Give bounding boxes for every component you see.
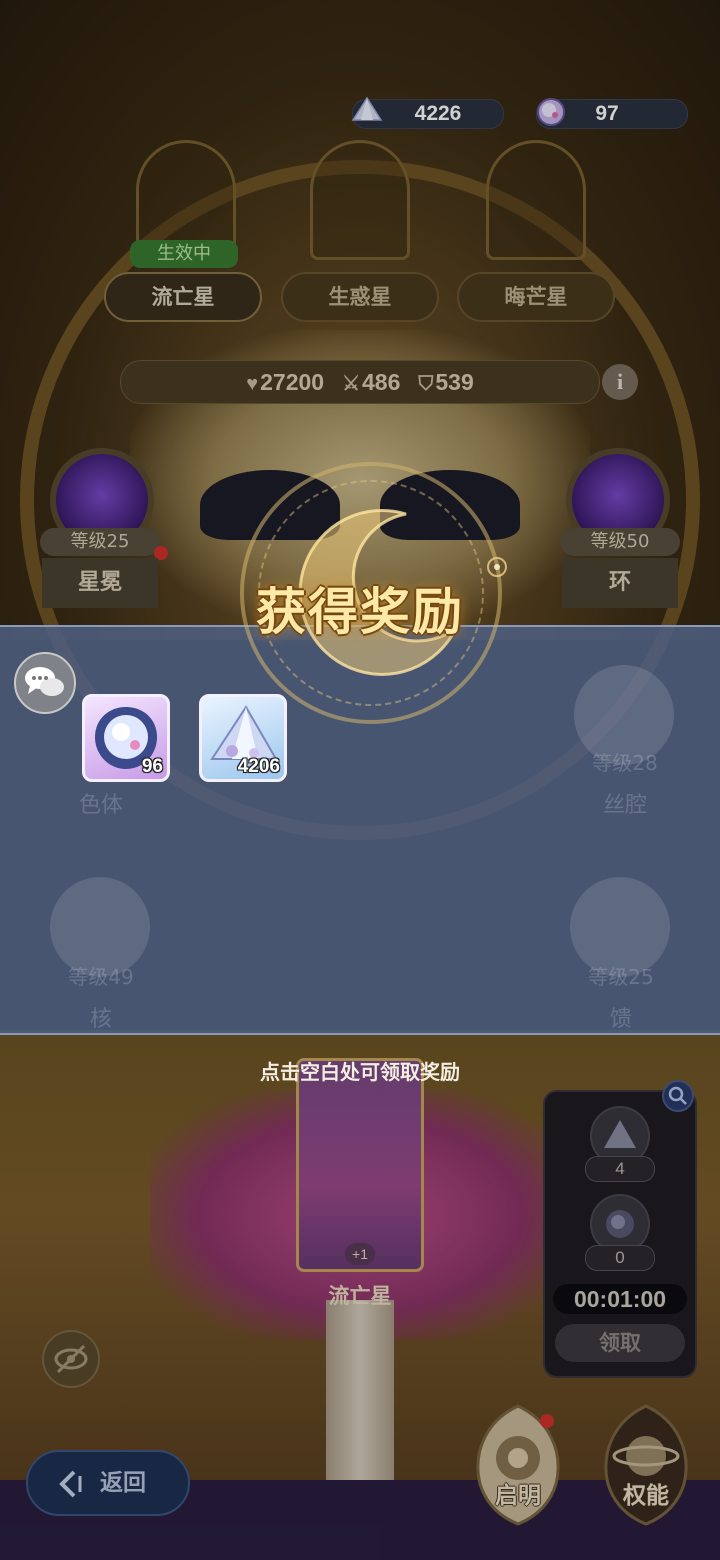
faded-node-name: 色体 <box>78 793 123 818</box>
reward-quantity: 4206 <box>237 756 280 777</box>
crystal-currency[interactable]: 4226 <box>351 96 504 129</box>
chat-button[interactable] <box>14 652 76 714</box>
authority-label: 权能 <box>623 1483 669 1509</box>
star-emblem-dim <box>486 140 586 260</box>
crossed-swords-icon: ⚔ <box>342 372 361 395</box>
hide-ui-button[interactable] <box>42 1330 100 1388</box>
claim-button[interactable]: 领取 <box>555 1324 685 1362</box>
game-screen: 4226 97 生效中 流亡星 生惑星 晦芒星 ♥27200 ⚔486 ⛉539… <box>0 0 720 1560</box>
back-button[interactable]: 返回 <box>26 1450 190 1516</box>
info-button[interactable]: i <box>602 364 638 400</box>
faded-node-name: 核 <box>89 1007 112 1032</box>
back-arrow-icon <box>59 1470 82 1498</box>
faded-node-name: 馈 <box>609 1007 632 1032</box>
enlighten-label: 启明 <box>495 1483 541 1509</box>
tab-exile-star[interactable]: 流亡星 <box>104 272 262 322</box>
shield-icon: ⛉ <box>418 372 434 395</box>
tap-to-claim-hint[interactable]: 点击空白处可领取奖励 <box>0 1056 720 1085</box>
chat-bubbles-icon <box>25 667 64 696</box>
eye-off-icon <box>54 1344 88 1374</box>
stone-pillar <box>326 1300 394 1480</box>
card-level-badge: +1 <box>345 1243 375 1265</box>
faded-node-name: 丝腔 <box>602 793 647 818</box>
orb-slot-count: 0 <box>585 1245 655 1271</box>
reward-title: 获得奖励 <box>256 583 464 641</box>
faded-node-level: 等级28 <box>592 751 658 775</box>
heart-icon: ♥ <box>246 372 259 395</box>
reward-item-crystal[interactable]: 4206 <box>199 694 287 782</box>
faded-node-level: 等级49 <box>68 965 134 989</box>
magnifier-icon <box>668 1086 687 1105</box>
orb-icon <box>606 1210 634 1238</box>
star-card[interactable]: +1 <box>296 1058 424 1272</box>
node-level-corona: 等级25 <box>40 528 160 556</box>
active-status-badge: 生效中 <box>130 240 238 268</box>
tab-confusion-star[interactable]: 生惑星 <box>281 272 439 322</box>
stats-bar: ♥27200 ⚔486 ⛉539 <box>120 360 600 404</box>
tab-dim-star[interactable]: 晦芒星 <box>457 272 615 322</box>
idle-timer: 00:01:00 <box>553 1284 687 1314</box>
reward-quantity: 96 <box>141 756 163 777</box>
faded-node-level: 等级25 <box>588 965 654 989</box>
notification-dot <box>540 1414 554 1428</box>
orb-currency[interactable]: 97 <box>536 98 688 129</box>
crystal-slot-count: 4 <box>585 1156 655 1182</box>
crystal-count: 4226 <box>414 102 462 125</box>
orb-count: 97 <box>595 102 619 125</box>
back-button-label: 返回 <box>100 1470 146 1496</box>
enlighten-button[interactable]: 启明 <box>468 1400 568 1528</box>
attack-stat: ⚔486 <box>342 368 401 395</box>
authority-button[interactable]: 权能 <box>596 1400 696 1528</box>
node-level-ring: 等级50 <box>560 528 680 556</box>
reward-item-orb[interactable]: 96 <box>82 694 170 782</box>
star-emblem-confusion <box>310 140 410 260</box>
info-icon: i <box>616 369 624 394</box>
hp-stat: ♥27200 <box>246 368 325 395</box>
defense-stat: ⛉539 <box>418 368 474 395</box>
